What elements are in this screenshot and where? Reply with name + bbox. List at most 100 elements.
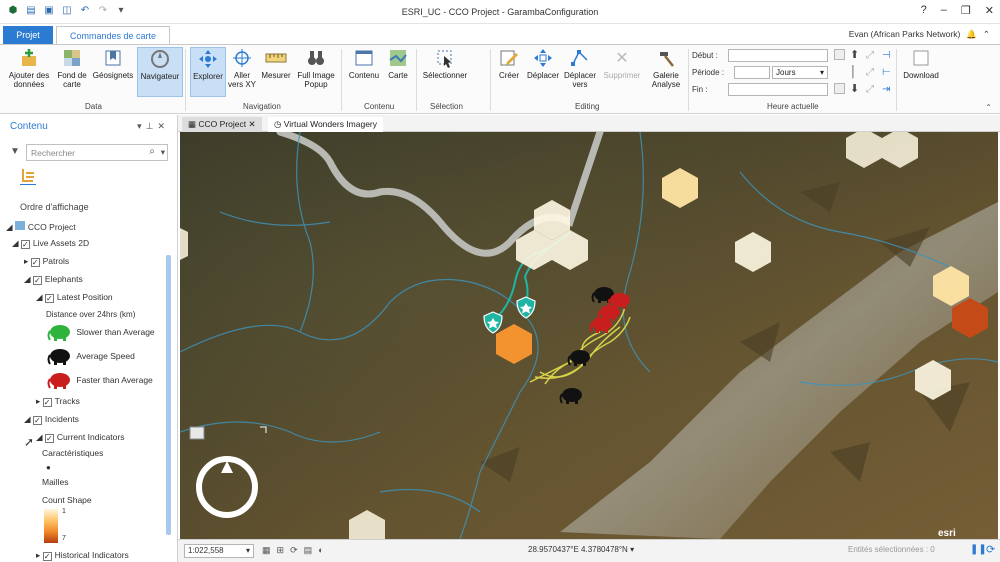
coordinate-readout[interactable]: 28.9570437°E 4.3780478°N ▾	[528, 545, 634, 554]
sync-icon[interactable]: ⤢	[866, 81, 874, 98]
close-button[interactable]: ✕	[985, 4, 994, 17]
delete-icon: ✕	[615, 49, 629, 67]
tab-projet[interactable]: Projet	[3, 26, 53, 44]
maximize-button[interactable]: ❐	[961, 4, 971, 17]
tab-close-icon[interactable]: ✕	[249, 119, 256, 129]
pane-close-icon[interactable]: ✕	[157, 121, 169, 131]
move-button[interactable]: Déplacer	[526, 47, 560, 80]
vertices-icon	[569, 47, 591, 69]
basemap-icon	[61, 47, 83, 69]
ribbon-separator	[341, 49, 342, 111]
bookmark-icon	[102, 47, 124, 69]
tab-virtual-wonders[interactable]: ◷ Virtual Wonders Imagery	[268, 117, 384, 132]
content-icon	[353, 47, 375, 69]
explore-button[interactable]: Explorer	[190, 47, 226, 97]
move-vertices-button[interactable]: Déplacer vers	[562, 47, 598, 89]
checkbox-incidents[interactable]: ✓	[32, 416, 42, 425]
tab-map-commands[interactable]: Commandes de carte	[56, 26, 170, 44]
count-color-ramp	[44, 509, 58, 543]
map-view-tabs: ▦ CCO Project ✕ ◷ Virtual Wonders Imager…	[178, 115, 1000, 132]
search-icon[interactable]: ⌕	[149, 146, 155, 157]
tree-item-historical[interactable]: ▸ ✓ Historical Indicators	[36, 550, 129, 561]
filter-icon[interactable]: ▼	[10, 146, 20, 157]
content-scrollbar[interactable]	[166, 255, 171, 535]
full-image-popup-button[interactable]: Full Image Popup	[295, 47, 337, 89]
tree-item-live-assets[interactable]: ◢ ✓ Live Assets 2D	[12, 238, 89, 249]
select-button[interactable]: Sélectionner	[420, 47, 470, 80]
tab-cco-project[interactable]: ▦ CCO Project ✕	[182, 117, 262, 132]
tree-item-tracks[interactable]: ▸ ✓ Tracks	[36, 396, 80, 407]
pane-menu-icon[interactable]: ▾	[137, 121, 146, 131]
tree-item-latest-position[interactable]: ◢ ✓ Latest Position	[36, 292, 113, 303]
arrow-up-icon[interactable]: ⬆	[850, 47, 859, 64]
end-time-input[interactable]	[728, 83, 828, 96]
map-view[interactable]	[180, 132, 998, 539]
elephant-black-icon	[47, 349, 70, 365]
pause-draw-icon[interactable]: ▤	[304, 545, 313, 556]
tree-item-incidents[interactable]: ◢ ✓ Incidents	[24, 414, 79, 425]
start-calendar-icon[interactable]	[834, 49, 845, 60]
crosshair-icon	[231, 47, 253, 69]
unlink-icon[interactable]: ⤢	[866, 64, 874, 81]
arrow-down-icon[interactable]: ⬇	[850, 81, 859, 98]
refresh-button[interactable]: ⟳	[986, 543, 995, 556]
notification-icon[interactable]: 🔔	[966, 29, 977, 40]
checkbox-historical[interactable]: ✓	[42, 552, 52, 561]
snap-icon[interactable]: ⊞	[277, 545, 285, 556]
tree-item-project[interactable]: ◢ CCO Project	[6, 221, 76, 233]
collapse-ribbon-icon[interactable]: ⌃	[985, 103, 992, 112]
checkbox-patrols[interactable]: ✓	[30, 258, 40, 267]
delete-button[interactable]: ✕ Supprimer	[600, 47, 644, 80]
scale-select[interactable]: 1:022,558 ▾	[184, 544, 254, 558]
measure-button[interactable]: Mesurer	[259, 47, 293, 80]
search-dropdown-icon[interactable]: ▾	[161, 147, 165, 158]
pin-icon[interactable]: ⊥	[146, 121, 158, 131]
bookmarks-button[interactable]: Géosignets	[92, 47, 134, 80]
tree-item-current-indicators[interactable]: ◢ ✓ Current Indicators	[36, 432, 124, 443]
toggle-overview-icon[interactable]	[189, 426, 205, 440]
prev-step-icon[interactable]: ⊣	[882, 47, 891, 64]
grid-icon[interactable]: ▦	[262, 545, 271, 556]
ribbon-separator	[490, 49, 491, 111]
step-icon[interactable]: ⊢	[882, 64, 891, 81]
user-name[interactable]: Evan (African Parks Network)	[849, 29, 960, 40]
ruler-icon	[265, 47, 287, 69]
start-time-input[interactable]	[728, 49, 828, 62]
checkbox-live-assets[interactable]: ✓	[20, 240, 30, 249]
status-bar: 1:022,558 ▾ ▦ ⊞ ⟳ ▤ ◐ 28.9570437°E 4.3780478°…	[178, 528, 1000, 562]
create-button[interactable]: Créer	[494, 47, 524, 80]
checkbox-tracks[interactable]: ✓	[42, 398, 52, 407]
display-order-icon[interactable]	[20, 167, 36, 187]
selected-features-count: Entités sélectionnées : 0	[848, 545, 935, 554]
add-data-button[interactable]: Ajouter des données	[6, 47, 52, 89]
tree-item-elephants[interactable]: ◢ ✓ Elephants	[24, 274, 83, 285]
sound-icon[interactable]: ◐	[318, 545, 323, 556]
minimize-button[interactable]: –	[941, 4, 947, 17]
basemap-button[interactable]: Fond de carte	[55, 47, 89, 89]
time-slider-icon[interactable]: │	[850, 64, 859, 81]
download-button[interactable]: Download	[900, 47, 942, 80]
checkbox-latest-position[interactable]: ✓	[44, 294, 54, 303]
end-calendar-icon[interactable]	[834, 83, 845, 94]
checkbox-elephants[interactable]: ✓	[32, 276, 42, 285]
goto-xy-button[interactable]: Aller vers XY	[227, 47, 257, 89]
refresh-icon[interactable]: ⟳	[290, 545, 298, 556]
analysis-gallery-button[interactable]: Galerie Analyse	[646, 47, 686, 89]
group-label-selection: Sélection	[430, 102, 463, 111]
map-button[interactable]: Carte	[384, 47, 412, 80]
help-button[interactable]: ?	[921, 4, 927, 17]
content-search-input[interactable]: Rechercher ⌕ ▾	[26, 144, 168, 161]
tree-item-patrols[interactable]: ▸ ✓ Patrols	[24, 256, 69, 267]
group-label-current-time: Heure actuelle	[767, 102, 819, 111]
user-info[interactable]: Evan (African Parks Network) 🔔 ⌃	[849, 29, 990, 40]
hex-cell[interactable]	[180, 228, 188, 260]
pause-button[interactable]: ❚❚	[970, 544, 987, 555]
period-input[interactable]	[734, 66, 770, 79]
next-step-icon[interactable]: ⇥	[882, 81, 891, 98]
content-button[interactable]: Contenu	[346, 47, 382, 80]
chevron-up-icon[interactable]: ⌃	[983, 29, 990, 40]
checkbox-current-indicators[interactable]: ✓	[44, 434, 54, 443]
link-icon[interactable]: ⤢	[866, 47, 874, 64]
period-unit-select[interactable]: Jours ▾	[772, 66, 828, 79]
navigator-button[interactable]: Navigateur	[137, 47, 183, 97]
